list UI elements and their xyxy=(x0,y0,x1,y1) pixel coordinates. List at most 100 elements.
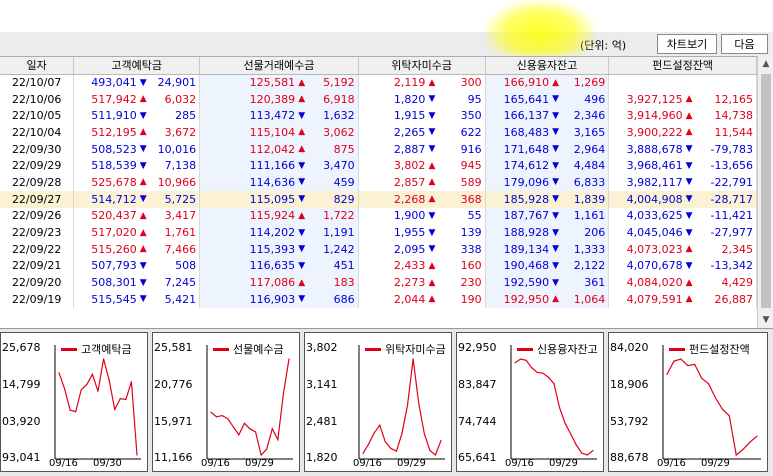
down-arrow-icon: ▼ xyxy=(549,107,563,125)
data-point xyxy=(215,416,218,418)
column-header[interactable]: 펀드설정잔액 xyxy=(608,57,757,75)
table-row[interactable]: 22/09/20 508,301 ▼ 7,245 117,086 ▲ 183 2,273 ▲ 23… xyxy=(0,274,757,291)
scroll-up-icon[interactable]: ▲ xyxy=(758,56,773,72)
down-arrow-icon: ▼ xyxy=(295,107,309,125)
y-tick-label: 74,744 xyxy=(458,415,497,428)
value-cell: 2,433 xyxy=(393,259,426,273)
y-tick-label: 83,847 xyxy=(458,378,497,391)
data-point xyxy=(80,389,82,391)
mini-chart-panel[interactable]: 25,581 20,776 15,971 11,166 09/16 09/29 선물예수금 xyxy=(152,332,300,472)
data-point xyxy=(406,404,409,406)
table-row[interactable]: 22/09/29 518,539 ▼ 7,138 111,166 ▼ 3,470 3,802 ▲… xyxy=(0,157,757,175)
data-point xyxy=(429,449,431,451)
series-line xyxy=(362,358,442,456)
x-tick-label: 09/29 xyxy=(701,458,730,469)
table-row[interactable]: 22/09/19 515,545 ▼ 5,421 116,903 ▼ 686 2,044 ▲ 19… xyxy=(0,290,757,308)
table-row[interactable]: 22/10/04 512,195 ▲ 3,672 115,104 ▲ 3,062 2,265 ▼… xyxy=(0,124,757,141)
x-tick-label: 09/30 xyxy=(93,458,122,469)
value-cell: 2,273 xyxy=(393,276,426,290)
value-cell: 517,942 xyxy=(91,92,137,106)
data-point xyxy=(553,383,555,385)
change-cell: 5,192 xyxy=(308,74,359,91)
scroll-down-icon[interactable]: ▼ xyxy=(758,312,773,328)
value-cell: 511,910 xyxy=(91,109,137,123)
up-arrow-icon: ▲ xyxy=(139,127,147,138)
data-point xyxy=(86,383,88,386)
data-point xyxy=(119,398,121,400)
mini-chart-panel[interactable]: 84,020 18,906 53,792 88,678 09/16 09/29 펀드설정잔액 xyxy=(608,332,768,472)
up-arrow-icon: ▲ xyxy=(549,290,563,308)
data-point xyxy=(525,359,527,361)
change-cell: 916 xyxy=(438,140,486,158)
change-cell: 459 xyxy=(308,174,359,191)
chart-legend: 펀드설정잔액 xyxy=(669,341,750,357)
down-arrow-icon: ▼ xyxy=(549,207,563,225)
mini-chart-panel[interactable]: 3,802 3,141 2,481 1,820 09/16 09/29 위탁자미수금 xyxy=(304,332,452,472)
table-row[interactable]: 22/09/23 517,020 ▲ 1,761 114,202 ▼ 1,191 1,955 ▼… xyxy=(0,224,757,241)
down-arrow-icon: ▼ xyxy=(295,157,309,175)
up-arrow-icon: ▲ xyxy=(139,227,147,238)
x-tick-label: 09/29 xyxy=(397,458,426,469)
series-line xyxy=(210,358,290,457)
value-cell: 508,523 xyxy=(91,142,137,156)
y-tick-label: 65,641 xyxy=(458,451,497,464)
table-row[interactable]: 22/10/07 493,041 ▼ 24,901 125,581 ▲ 5,192 2,119… xyxy=(0,74,757,91)
mini-chart-panel[interactable]: 92,950 83,847 74,744 65,641 09/16 09/29 신용융자잔고 xyxy=(456,332,604,472)
value-cell: 192,950 xyxy=(485,290,550,308)
column-header[interactable]: 선물거래예수금 xyxy=(199,57,359,75)
table-row[interactable]: 22/09/28 525,678 ▲ 10,966 114,636 ▼ 459 2,857 ▲ 5… xyxy=(0,174,757,191)
value-cell: 120,389 xyxy=(199,90,296,108)
column-header[interactable]: 위탁자미수금 xyxy=(358,57,486,75)
table-row[interactable]: 22/10/05 511,910 ▼ 285 113,472 ▼ 1,632 1,915 ▼ 35… xyxy=(0,107,757,125)
data-point xyxy=(728,415,730,417)
y-tick-label: 20,776 xyxy=(154,378,193,391)
value-cell: 4,079,591 xyxy=(626,292,683,306)
change-cell: 1,839 xyxy=(562,190,610,208)
chart-legend: 선물예수금 xyxy=(213,341,284,357)
date-cell: 22/09/20 xyxy=(0,274,75,291)
next-button[interactable]: 다음 xyxy=(721,34,768,54)
down-arrow-icon: ▼ xyxy=(549,157,563,175)
down-arrow-icon: ▼ xyxy=(139,110,147,121)
table-row[interactable]: 22/09/22 515,260 ▲ 7,466 115,393 ▼ 1,242 2,095 ▼… xyxy=(0,240,757,258)
down-arrow-icon: ▼ xyxy=(428,244,436,255)
down-arrow-icon: ▼ xyxy=(549,174,563,191)
down-arrow-icon: ▼ xyxy=(139,77,147,88)
change-cell: 2,346 xyxy=(562,107,610,125)
y-tick-label: 1,820 xyxy=(306,451,338,464)
change-cell: 11,544 xyxy=(695,124,757,141)
change-cell: 160 xyxy=(438,257,486,275)
up-arrow-icon: ▲ xyxy=(685,294,693,305)
value-cell: 3,888,678 xyxy=(626,142,683,156)
mini-chart-panel[interactable]: 25,678 14,799 03,920 93,041 09/16 09/30 고객예탁금 xyxy=(0,332,148,472)
table-row[interactable]: 22/09/21 507,793 ▼ 508 116,635 ▼ 451 2,433 ▲ 160 1… xyxy=(0,257,757,275)
down-arrow-icon: ▼ xyxy=(428,127,436,138)
value-cell: 517,020 xyxy=(91,226,137,240)
vertical-scrollbar[interactable]: ▲ ▼ xyxy=(757,56,773,328)
column-header[interactable]: 고객예탁금 xyxy=(73,57,201,75)
value-cell: 3,802 xyxy=(393,159,426,173)
data-point xyxy=(243,422,246,424)
y-tick-label: 25,678 xyxy=(2,341,41,354)
change-cell: 139 xyxy=(438,224,486,241)
value-cell: 2,887 xyxy=(393,142,426,156)
data-point xyxy=(694,363,696,366)
table-row[interactable]: 22/09/30 508,523 ▼ 10,016 112,042 ▲ 875 2,887 ▼ 9… xyxy=(0,140,757,158)
up-arrow-icon: ▲ xyxy=(428,277,436,288)
table-row[interactable]: 22/09/26 520,437 ▲ 3,417 115,924 ▲ 1,722 1,900 ▼… xyxy=(0,207,757,225)
scroll-thumb[interactable] xyxy=(761,74,771,308)
table-row[interactable]: 22/10/06 517,942 ▲ 6,032 120,389 ▲ 6,918 1,820 ▼… xyxy=(0,90,757,108)
value-cell: 493,041 xyxy=(91,76,137,90)
change-cell: 206 xyxy=(562,224,610,241)
data-point xyxy=(531,367,533,369)
value-cell: 1,955 xyxy=(393,226,426,240)
up-arrow-icon: ▲ xyxy=(295,90,309,108)
table-row[interactable]: 22/09/27 514,712 ▼ 5,725 115,095 ▼ 829 2,268 ▲ 36… xyxy=(0,190,757,208)
value-cell: 2,119 xyxy=(393,76,426,90)
column-header[interactable]: 일자 xyxy=(0,57,75,75)
change-cell: 5,725 xyxy=(149,190,201,208)
column-header[interactable]: 신용융자잔고 xyxy=(485,57,610,75)
down-arrow-icon: ▼ xyxy=(685,177,693,188)
chart-view-button[interactable]: 차트보기 xyxy=(657,34,717,54)
up-arrow-icon: ▲ xyxy=(139,244,147,255)
